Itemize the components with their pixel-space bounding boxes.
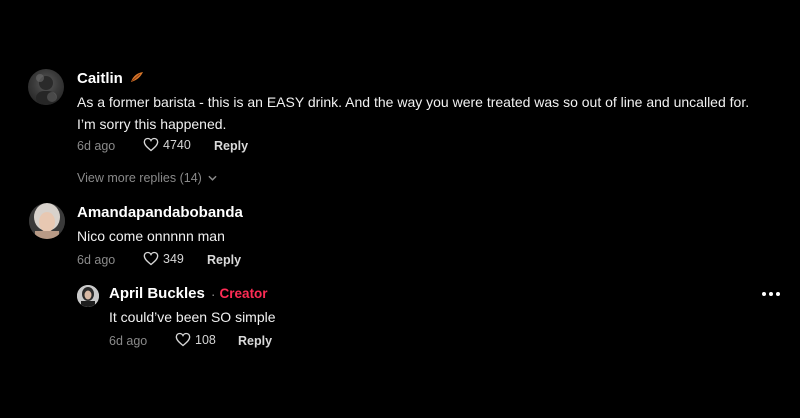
comment-text: It could’ve been SO simple [109, 309, 276, 325]
reply-button[interactable]: Reply [207, 253, 241, 267]
leaf-emoji-icon [131, 72, 144, 82]
creator-badge: Creator [219, 286, 268, 301]
view-more-replies-button[interactable]: View more replies (14) [77, 171, 217, 185]
comment-header: April Buckles · Creator [109, 285, 268, 302]
comment-text: Nico come onnnnn man [77, 228, 225, 244]
comments-panel: Caitlin As a former barista - this is an… [0, 0, 800, 418]
heart-outline-icon [143, 251, 159, 266]
comment-username[interactable]: April Buckles [109, 285, 205, 302]
comment-timestamp: 6d ago [77, 139, 116, 153]
like-count: 349 [163, 251, 184, 266]
comment-username[interactable]: Amandapandabobanda [77, 204, 243, 221]
like-button[interactable]: 349 [143, 251, 184, 266]
like-button[interactable]: 4740 [143, 137, 191, 152]
reply-button[interactable]: Reply [214, 139, 248, 153]
comment-timestamp: 6d ago [109, 334, 148, 348]
avatar[interactable] [28, 69, 64, 105]
avatar[interactable] [29, 203, 65, 239]
heart-outline-icon [143, 137, 159, 152]
separator-dot: · [210, 285, 216, 302]
heart-outline-icon [175, 332, 191, 347]
comment-text: As a former barista - this is an EASY dr… [77, 94, 750, 132]
comment-username[interactable]: Caitlin [77, 70, 145, 87]
avatar[interactable] [77, 285, 99, 307]
view-more-replies-label: View more replies (14) [77, 171, 202, 185]
reply-button[interactable]: Reply [238, 334, 272, 348]
like-button[interactable]: 108 [175, 332, 216, 347]
like-count: 4740 [163, 137, 191, 152]
comment-timestamp: 6d ago [77, 253, 116, 267]
like-count: 108 [195, 332, 216, 347]
more-options-icon[interactable] [762, 292, 780, 296]
chevron-down-icon [208, 175, 217, 181]
